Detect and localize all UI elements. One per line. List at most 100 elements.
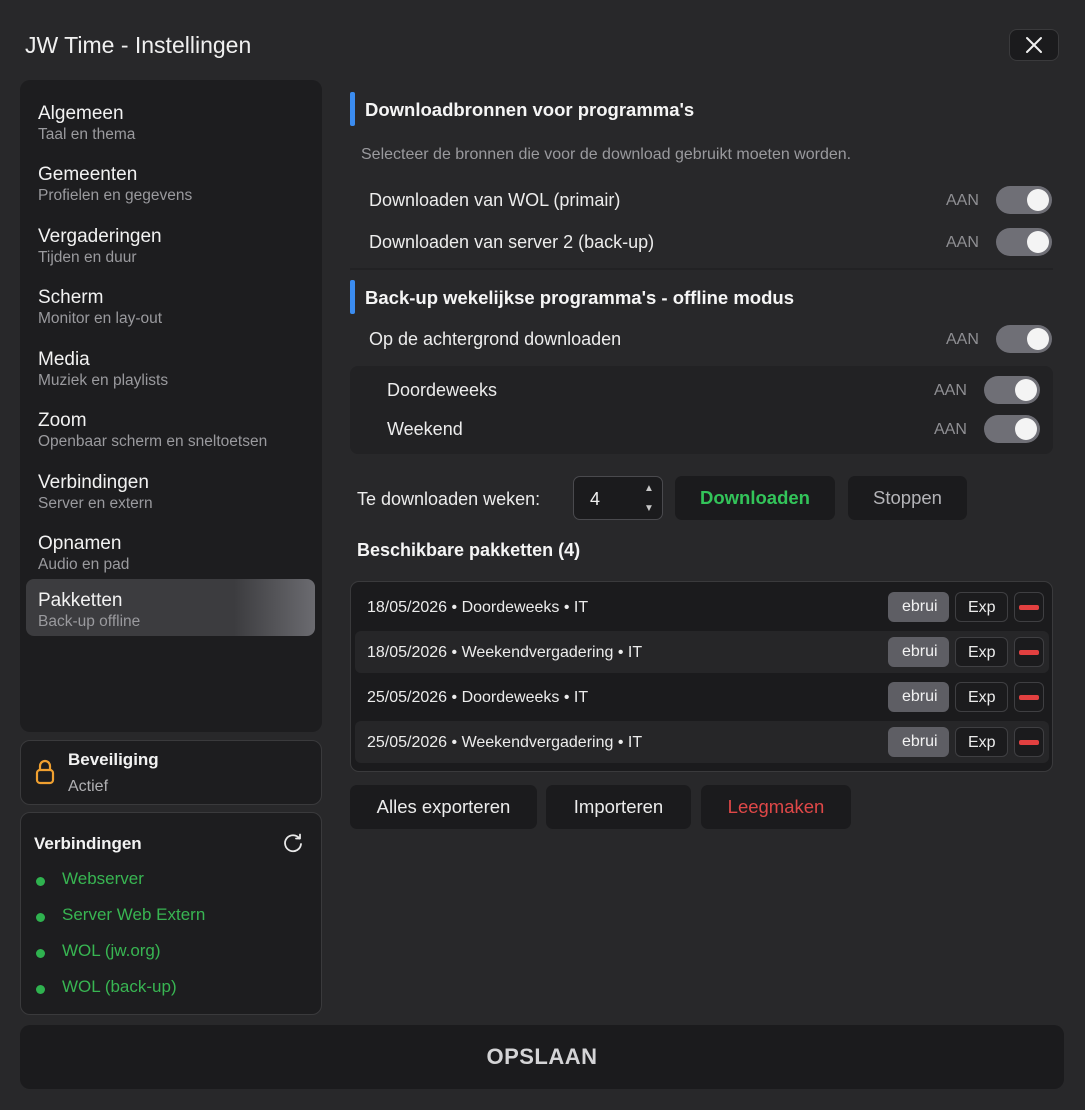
sidebar-item-scherm[interactable]: Scherm Monitor en lay-out [26, 276, 315, 333]
delete-package-button[interactable] [1014, 637, 1044, 667]
sidebar-item-label: Scherm [38, 287, 104, 308]
minus-icon [1019, 740, 1039, 745]
sidebar-item-subtitle: Taal en thema [38, 126, 136, 143]
use-package-button[interactable]: ebrui [888, 637, 949, 667]
sidebar-item-media[interactable]: Media Muziek en playlists [26, 338, 315, 395]
connections-title: Verbindingen [34, 834, 142, 853]
package-row: 18/05/2026 • Weekendvergadering • IT ebr… [355, 631, 1049, 673]
toggle-knob [1027, 189, 1049, 211]
sidebar-item-zoom[interactable]: Zoom Openbaar scherm en sneltoetsen [26, 399, 315, 456]
minus-icon [1019, 605, 1039, 610]
export-package-button[interactable]: Exp [955, 637, 1008, 667]
stepper-up-icon[interactable]: ▲ [644, 483, 654, 494]
toggle-weekend[interactable] [984, 415, 1040, 443]
sidebar-item-pakketten[interactable]: Pakketten Back-up offline [26, 579, 315, 636]
export-all-button[interactable]: Alles exporteren [350, 785, 537, 829]
package-row: 25/05/2026 • Doordeweeks • IT ebrui Exp [355, 676, 1049, 718]
sidebar-item-label: Pakketten [38, 590, 123, 611]
stepper-down-icon[interactable]: ▼ [644, 503, 654, 514]
export-package-button[interactable]: Exp [955, 727, 1008, 757]
export-package-button[interactable]: Exp [955, 592, 1008, 622]
section-divider [350, 268, 1053, 270]
sidebar-item-label: Gemeenten [38, 164, 138, 185]
toggle-state-label: AAN [934, 382, 967, 399]
toggle-background-download[interactable] [996, 325, 1052, 353]
export-package-button[interactable]: Exp [955, 682, 1008, 712]
refresh-icon[interactable] [282, 832, 304, 854]
toggle-server-2[interactable] [996, 228, 1052, 256]
use-package-button[interactable]: ebrui [888, 682, 949, 712]
toggle-wol-primary[interactable] [996, 186, 1052, 214]
sidebar-item-subtitle: Server en extern [38, 495, 153, 512]
connections-card: Verbindingen Webserver Server Web Extern… [20, 812, 322, 1015]
package-label: 25/05/2026 • Weekendvergadering • IT [367, 734, 643, 751]
minus-icon [1019, 650, 1039, 655]
import-button[interactable]: Importeren [546, 785, 691, 829]
use-package-button[interactable]: ebrui [888, 592, 949, 622]
sidebar-item-opnamen[interactable]: Opnamen Audio en pad [26, 522, 315, 579]
sidebar-item-algemeen[interactable]: Algemeen Taal en thema [26, 92, 315, 149]
setting-label-background-download: Op de achtergrond downloaden [369, 329, 622, 349]
save-button[interactable]: OPSLAAN [20, 1025, 1064, 1089]
sidebar-item-label: Vergaderingen [38, 226, 162, 247]
download-button[interactable]: Downloaden [675, 476, 835, 520]
status-dot [36, 949, 45, 958]
package-row: 18/05/2026 • Doordeweeks • IT ebrui Exp [355, 586, 1049, 628]
status-dot [36, 913, 45, 922]
sidebar-item-label: Algemeen [38, 103, 124, 124]
sidebar-item-label: Opnamen [38, 533, 122, 554]
sidebar-item-subtitle: Openbaar scherm en sneltoetsen [38, 433, 268, 450]
clear-button[interactable]: Leegmaken [701, 785, 851, 829]
lock-icon [35, 759, 55, 785]
weeks-label: Te downloaden weken: [357, 489, 541, 509]
connection-label: Server Web Extern [62, 905, 206, 924]
minus-icon [1019, 695, 1039, 700]
package-label: 18/05/2026 • Weekendvergadering • IT [367, 644, 643, 661]
toggle-state-label: AAN [934, 421, 967, 438]
close-icon [1026, 37, 1042, 53]
use-package-label: ebrui [902, 733, 938, 750]
toggle-state-label: AAN [946, 234, 979, 251]
toggle-knob [1027, 328, 1049, 350]
use-package-button[interactable]: ebrui [888, 727, 949, 757]
sidebar-item-vergaderingen[interactable]: Vergaderingen Tijden en duur [26, 215, 315, 272]
weeks-value: 4 [590, 489, 601, 509]
sidebar-item-subtitle: Audio en pad [38, 556, 130, 573]
settings-sidebar: Algemeen Taal en thema Gemeenten Profiel… [20, 80, 322, 732]
sidebar-item-subtitle: Profielen en gegevens [38, 187, 193, 204]
export-package-label: Exp [968, 599, 996, 616]
package-row: 25/05/2026 • Weekendvergadering • IT ebr… [355, 721, 1049, 763]
packages-list: 18/05/2026 • Doordeweeks • IT ebrui Exp … [350, 581, 1053, 772]
packages-title: Beschikbare pakketten (4) [357, 540, 581, 560]
connection-label: Webserver [62, 869, 144, 888]
weeks-stepper[interactable]: 4 ▲ ▼ [573, 476, 663, 520]
status-dot [36, 985, 45, 994]
toggle-doordeweeks[interactable] [984, 376, 1040, 404]
setting-label-server-2: Downloaden van server 2 (back-up) [369, 232, 655, 252]
connection-label: WOL (jw.org) [62, 941, 161, 960]
security-card[interactable]: Beveiliging Actief [20, 740, 322, 805]
setting-label-doordeweeks: Doordeweeks [387, 380, 498, 400]
export-package-label: Exp [968, 734, 996, 751]
package-label: 18/05/2026 • Doordeweeks • IT [367, 599, 589, 616]
delete-package-button[interactable] [1014, 682, 1044, 712]
sidebar-item-label: Zoom [38, 410, 87, 431]
window-title: JW Time - Instellingen [25, 32, 252, 58]
close-button[interactable] [1009, 29, 1059, 61]
stop-button[interactable]: Stoppen [848, 476, 967, 520]
export-package-label: Exp [968, 689, 996, 706]
status-dot [36, 877, 45, 886]
toggle-knob [1027, 231, 1049, 253]
section-title: Back-up wekelijkse programma's - offline… [365, 287, 794, 308]
use-package-label: ebrui [902, 598, 938, 615]
delete-package-button[interactable] [1014, 592, 1044, 622]
setting-label-wol-primary: Downloaden van WOL (primair) [369, 190, 621, 210]
sidebar-item-label: Verbindingen [38, 472, 149, 493]
sources-description: Selecteer de bronnen die voor de downloa… [361, 146, 852, 163]
title-bar: JW Time - Instellingen [0, 0, 1085, 80]
sidebar-item-verbindingen[interactable]: Verbindingen Server en extern [26, 461, 315, 518]
sidebar-item-subtitle: Muziek en playlists [38, 372, 169, 389]
connection-label: WOL (back-up) [62, 977, 177, 996]
sidebar-item-gemeenten[interactable]: Gemeenten Profielen en gegevens [26, 153, 315, 210]
delete-package-button[interactable] [1014, 727, 1044, 757]
